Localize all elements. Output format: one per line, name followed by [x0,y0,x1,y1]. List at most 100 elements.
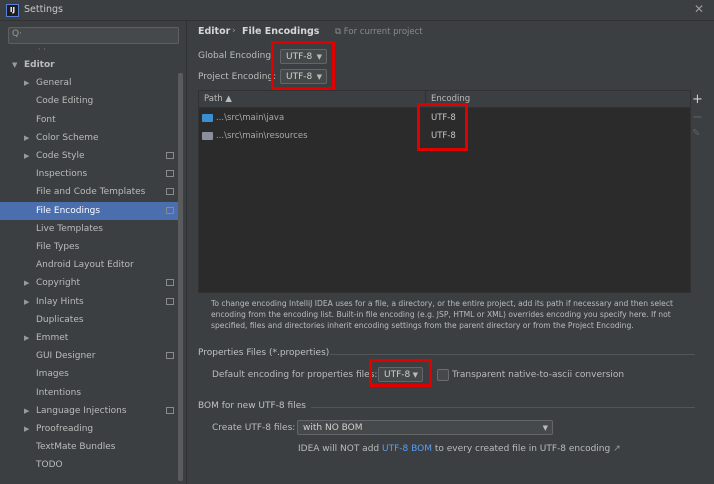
sidebar-item-font[interactable]: Font [0,111,178,129]
sidebar-item-textmate-bundles[interactable]: TextMate Bundles [0,438,178,456]
chevron-right-icon[interactable]: ▶ [24,129,29,147]
transparent-conversion-checkbox[interactable] [437,369,449,381]
row-path: ...\src\main\java [216,113,285,123]
sidebar-item-images[interactable]: Images [0,365,178,383]
main-panel: Editor › File Encodings ⧉ For current pr… [187,21,714,484]
row-encoding[interactable]: UTF-8 [431,127,456,145]
encoding-table: Path ▲ Encoding ...\src\main\java UTF-8 … [198,90,691,293]
sidebar-item-label: Font [36,114,56,125]
add-icon[interactable]: + [692,92,703,107]
sidebar-item-general[interactable]: ▶ General [0,74,178,92]
sidebar-item-file-and-code-templates[interactable]: File and Code Templates [0,183,178,201]
sidebar-item-label: Images [36,369,69,380]
bom-note-suffix: to every created file in UTF-8 encoding [431,444,611,454]
window-title: Settings [24,4,63,15]
chevron-right-icon[interactable]: ▶ [24,402,29,420]
chevron-right-icon[interactable]: ▶ [24,420,29,438]
bom-section-title: BOM for new UTF-8 files [198,401,306,411]
sidebar-item-gui-designer[interactable]: GUI Designer [0,347,178,365]
sidebar-item-label: Editor [24,60,55,70]
utf8-bom-link[interactable]: UTF-8 BOM [382,444,432,454]
column-encoding-header[interactable]: Encoding [431,94,470,104]
sidebar-item-label: Color Scheme [36,132,99,143]
sidebar-item-label: TextMate Bundles [36,442,116,453]
sidebar-item-inspections[interactable]: Inspections [0,165,178,183]
row-encoding[interactable]: UTF-8 [431,109,456,127]
chevron-right-icon[interactable]: ▶ [24,274,29,292]
sidebar-item-label: Inspections [36,169,88,180]
sidebar-item-label: Inlay Hints [36,296,84,307]
sidebar-item-label: File and Code Templates [36,187,146,198]
sidebar-item-emmet[interactable]: ▶ Emmet [0,329,178,347]
encoding-help-text: To change encoding IntelliJ IDEA uses fo… [211,299,673,330]
project-encoding-value: UTF-8 [286,72,313,82]
project-scope-icon [166,279,174,287]
properties-section-title: Properties Files (*.properties) [198,348,330,358]
project-scope-icon [166,188,174,196]
chevron-down-icon: ▼ [542,424,548,432]
sidebar-item-todo[interactable]: TODO [0,456,178,474]
bom-note: IDEA will NOT add UTF-8 BOM to every cre… [298,444,621,454]
project-scope-icon [166,152,174,159]
sidebar-item-label: GUI Designer [36,351,96,362]
breadcrumb-parent[interactable]: Editor [198,26,230,37]
chevron-right-icon[interactable]: ▶ [24,329,29,347]
close-icon[interactable]: ✕ [694,2,704,16]
title-bar: IJ Settings ✕ [0,0,714,21]
column-path-header[interactable]: Path ▲ [204,94,232,104]
project-scope-icon [166,206,174,214]
global-encoding-value: UTF-8 [286,52,313,62]
sidebar-item-label: Proofreading [36,424,94,434]
chevron-right-icon[interactable]: ▶ [24,293,29,311]
sidebar-item-proofreading[interactable]: ▶ Proofreading [0,420,178,438]
sidebar-item-duplicates[interactable]: Duplicates [0,311,178,329]
chevron-down-icon: ▼ [316,53,322,61]
sidebar-item-label: TODO [36,460,63,471]
project-scope-note: ⧉ For current project [335,27,423,37]
sidebar-item-live-templates[interactable]: Live Templates [0,220,178,238]
settings-sidebar: Q· · · ▼ Editor ▶ General Code Editing Font ▶ C… [0,21,187,484]
scroll-hint-dots: · · [38,45,46,54]
sidebar-item-language-injections[interactable]: ▶ Language Injections [0,402,178,420]
sidebar-item-code-editing[interactable]: Code Editing [0,92,178,110]
project-scope-icon [166,352,174,360]
chevron-down-icon: ▼ [412,371,418,379]
chevron-right-icon[interactable]: ▶ [24,74,29,92]
resources-folder-icon [202,132,213,140]
table-row[interactable]: ...\src\main\java UTF-8 [199,109,690,127]
sidebar-item-android-layout-editor[interactable]: Android Layout Editor [0,256,178,274]
sidebar-item-label: Code Editing [36,96,94,107]
search-input[interactable]: Q· [8,27,179,44]
sidebar-item-intentions[interactable]: Intentions [0,384,178,402]
project-encoding-select[interactable]: UTF-8 ▼ [280,69,327,84]
intellij-app-icon: IJ [6,4,19,17]
sidebar-item-inlay-hints[interactable]: ▶ Inlay Hints [0,293,178,311]
properties-encoding-select[interactable]: UTF-8 ▼ [378,367,423,382]
project-scope-text: For current project [343,27,423,37]
properties-encoding-label: Default encoding for properties files: [212,370,378,380]
global-encoding-label: Global Encoding: [198,51,275,61]
sidebar-item-color-scheme[interactable]: ▶ Color Scheme [0,129,178,147]
chevron-right-icon[interactable]: ▶ [24,147,29,165]
search-icon: Q· [12,29,22,39]
section-divider [330,354,695,355]
sidebar-item-editor[interactable]: ▼ Editor [0,56,178,74]
remove-icon[interactable]: − [692,110,703,125]
chevron-down-icon[interactable]: ▼ [12,56,17,74]
bom-select[interactable]: with NO BOM ▼ [297,420,553,435]
project-scope-icon [166,170,174,178]
sidebar-item-file-types[interactable]: File Types [0,238,178,256]
bom-value: with NO BOM [303,423,363,433]
folder-icon [202,114,213,122]
edit-icon[interactable]: ✎ [692,128,700,139]
sidebar-item-label: Live Templates [36,223,103,234]
project-scope-icon: ⧉ [335,27,344,37]
sidebar-item-code-style[interactable]: ▶ Code Style [0,147,178,165]
sidebar-item-label: File Types [36,242,80,252]
table-row[interactable]: ...\src\main\resources UTF-8 [199,127,690,145]
sidebar-item-copyright[interactable]: ▶ Copyright [0,274,178,292]
global-encoding-select[interactable]: UTF-8 ▼ [280,49,327,64]
properties-encoding-value: UTF-8 [384,370,411,380]
sidebar-scrollbar[interactable] [178,73,183,481]
sidebar-item-file-encodings[interactable]: File Encodings [0,201,178,220]
